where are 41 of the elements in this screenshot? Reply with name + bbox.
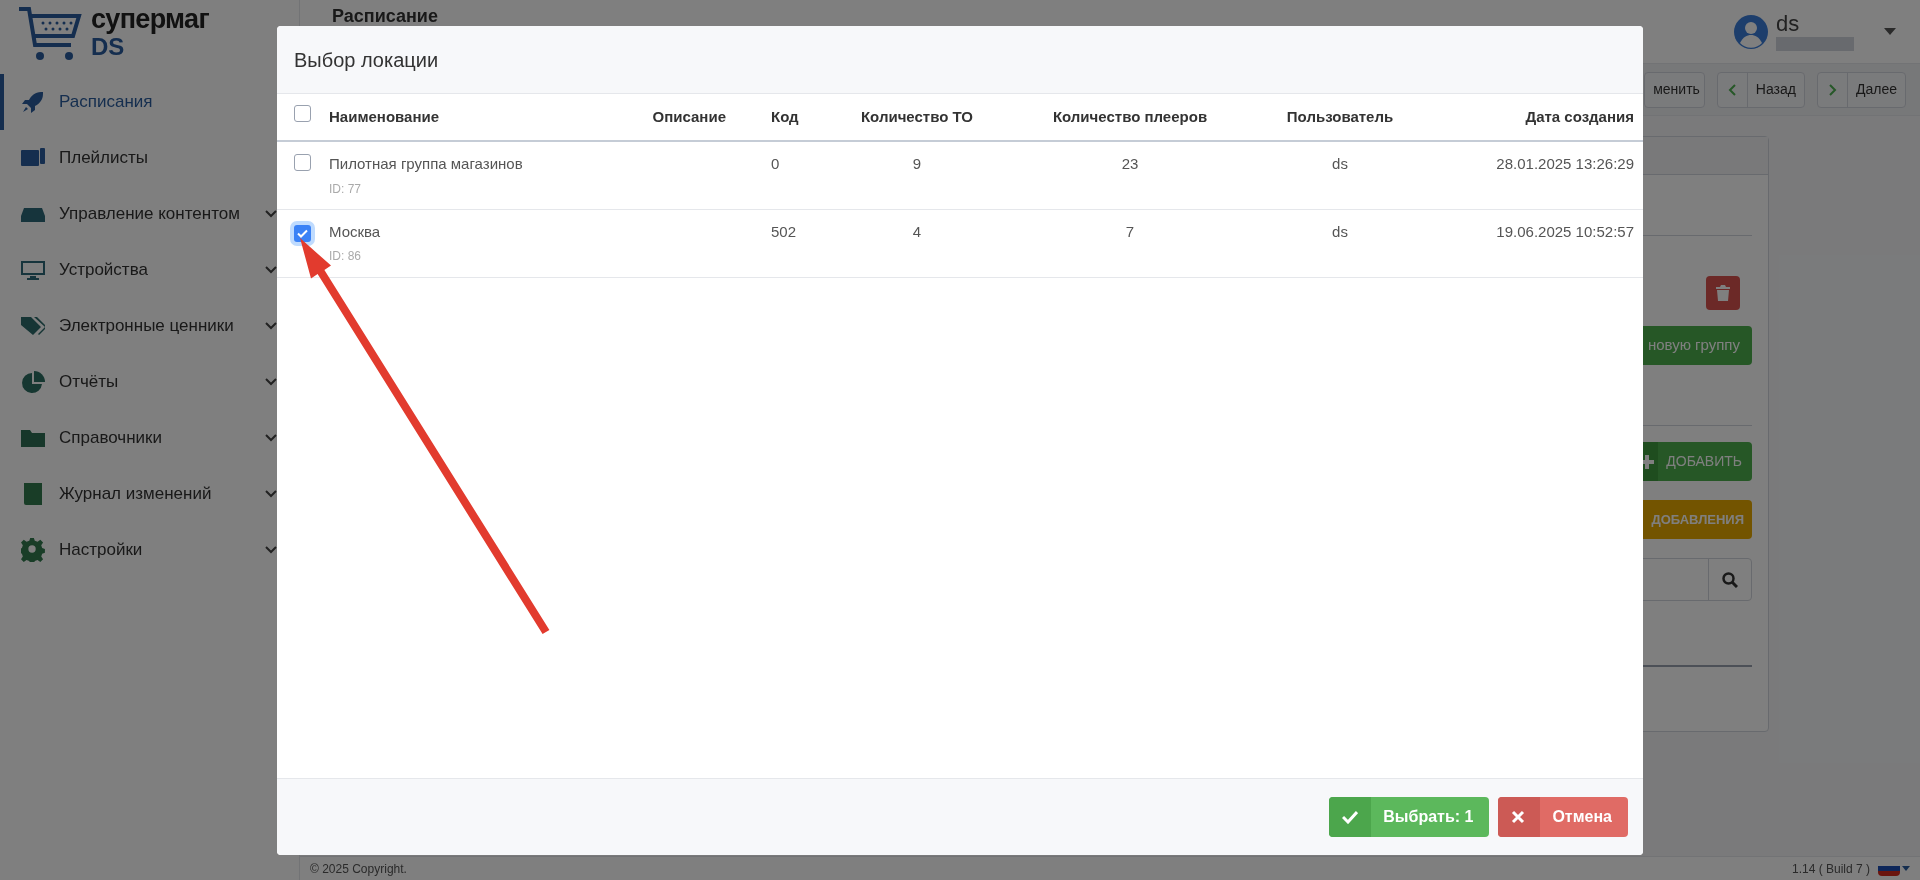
table-cell: 23 (1121, 155, 1139, 172)
table-cell: 9 (912, 155, 922, 172)
column-header[interactable]: Количество плееров (1052, 107, 1208, 125)
table-cell: 19.06.2025 10:52:57 (1496, 222, 1634, 240)
column-header[interactable]: Пользователь (1286, 107, 1394, 125)
location-name: Москва (329, 221, 382, 242)
logo-subtitle: DS (91, 35, 125, 59)
sidebar-item[interactable]: Плейлисты (0, 130, 299, 186)
table-cell: 4 (912, 222, 922, 240)
location-id: ID: 77 (329, 180, 362, 198)
sidebar-item[interactable]: Настройки (0, 522, 299, 578)
table-cell: ds (1332, 222, 1348, 240)
cancel-button[interactable]: Отмена (1498, 797, 1628, 837)
sidebar-item[interactable]: Устройства (0, 242, 299, 298)
location-id: ID: 86 (329, 248, 362, 265)
confirm-button[interactable]: Выбрать: 1 (1329, 797, 1490, 837)
column-header[interactable]: Количество ТО (860, 107, 973, 125)
table-cell: ds (1332, 155, 1348, 172)
column-header[interactable]: Наименование (329, 107, 440, 125)
table-cell: 502 (771, 222, 797, 240)
table-cell: 0 (771, 155, 780, 172)
sidebar-item[interactable]: Справочники (0, 410, 299, 466)
sidebar-item[interactable]: Управление контентом (0, 186, 299, 242)
page-title: Расписание (332, 5, 438, 28)
version-text: 1.14 ( Build 7 ) (1791, 860, 1870, 878)
location-name: Пилотная группа магазинов (329, 154, 524, 174)
sidebar-item[interactable]: Журнал изменений (0, 466, 299, 522)
column-header[interactable]: Код (771, 107, 799, 125)
table-cell: 7 (1125, 222, 1135, 240)
table-cell: 28.01.2025 13:26:29 (1496, 155, 1634, 172)
toolbar-button[interactable]: Назад (1716, 71, 1805, 108)
sidebar-item[interactable]: Электронные ценники (0, 298, 299, 354)
copyright-text: © 2025 Copyright. (310, 860, 407, 878)
logo-title: супермаг (91, 6, 209, 33)
toolbar-button[interactable]: Далее (1817, 71, 1906, 108)
toolbar-button[interactable]: менить (1644, 71, 1705, 108)
sidebar-item[interactable]: Отчёты (0, 354, 299, 410)
user-name: ds (1776, 12, 1801, 35)
column-header[interactable]: Дата создания (1525, 107, 1634, 125)
column-header[interactable]: Описание (652, 107, 726, 125)
dialog-title: Выбор локации (294, 47, 439, 73)
